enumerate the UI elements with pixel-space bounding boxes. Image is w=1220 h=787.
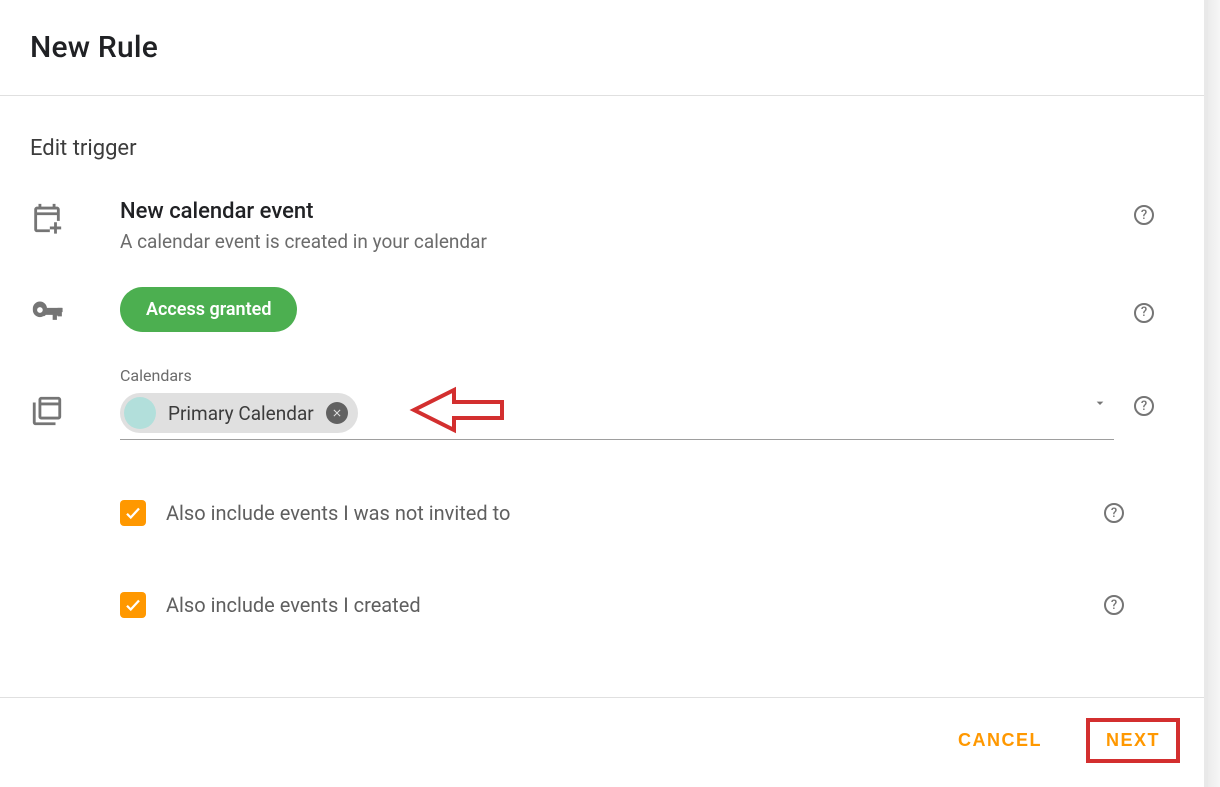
help-icon[interactable]: ? [1104, 503, 1124, 523]
access-granted-button[interactable]: Access granted [120, 287, 297, 332]
trigger-info: New calendar event A calendar event is c… [120, 199, 1114, 253]
calendars-field-label: Calendars [120, 366, 1114, 385]
not-invited-checkbox[interactable] [120, 500, 146, 526]
chip-avatar-icon [124, 397, 156, 429]
trigger-title: New calendar event [120, 199, 1114, 224]
calendar-chip: Primary Calendar [120, 393, 358, 433]
next-button[interactable]: NEXT [1086, 718, 1180, 763]
dialog-footer: CANCEL NEXT [0, 697, 1204, 787]
cancel-button[interactable]: CANCEL [938, 718, 1062, 763]
calendars-select[interactable]: Primary Calendar [120, 389, 1114, 440]
calendar-add-icon [30, 199, 120, 235]
chip-label: Primary Calendar [168, 402, 314, 425]
option-not-invited-row: Also include events I was not invited to… [30, 500, 1174, 526]
created-checkbox[interactable] [120, 592, 146, 618]
chevron-down-icon[interactable] [1092, 395, 1108, 415]
created-label: Also include events I created [166, 593, 1084, 617]
help-icon[interactable]: ? [1134, 396, 1154, 416]
new-rule-dialog: New Rule Edit trigger New calendar event… [0, 0, 1208, 787]
dialog-content: Edit trigger New calendar event A calend… [0, 96, 1204, 697]
dialog-header: New Rule [0, 0, 1204, 96]
trigger-description: A calendar event is created in your cale… [120, 230, 1114, 253]
help-icon[interactable]: ? [1104, 595, 1124, 615]
calendars-row: Calendars Primary Calendar ? [30, 366, 1174, 440]
key-icon [30, 293, 120, 327]
chip-remove-button[interactable] [326, 402, 348, 424]
calendars-icon [30, 366, 120, 428]
access-row: Access granted ? [30, 287, 1174, 332]
dialog-title: New Rule [30, 30, 1174, 65]
not-invited-label: Also include events I was not invited to [166, 501, 1084, 525]
section-title: Edit trigger [30, 136, 1174, 161]
trigger-row: New calendar event A calendar event is c… [30, 199, 1174, 253]
help-icon[interactable]: ? [1134, 205, 1154, 225]
help-icon[interactable]: ? [1134, 303, 1154, 323]
option-created-row: Also include events I created ? [30, 592, 1174, 618]
backdrop [1208, 0, 1220, 787]
